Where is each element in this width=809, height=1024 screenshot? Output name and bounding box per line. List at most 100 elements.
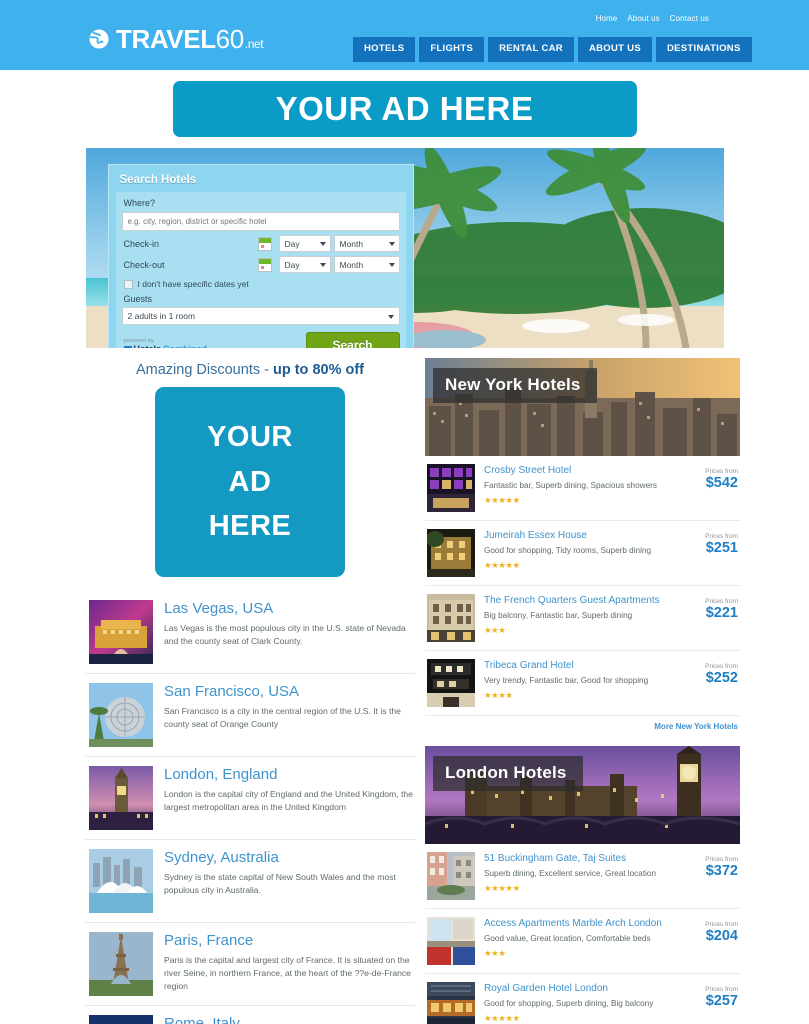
price-label: Prices from — [705, 598, 738, 605]
table-row[interactable]: Access Apartments Marble Arch London Goo… — [425, 909, 740, 974]
hotel-block-label: London Hotels — [433, 756, 583, 791]
hotel-info: Jumeirah Essex House Good for shopping, … — [484, 529, 671, 571]
price-label: Prices from — [705, 856, 738, 863]
hotel-thumbnail — [427, 659, 475, 707]
main-content: Amazing Discounts - up to 80% off YOUR A… — [0, 348, 809, 1024]
hotel-thumbnail — [427, 594, 475, 642]
sidebar-ad-line-2: AD — [228, 465, 272, 498]
page-root: Home About us Contact us TRAVEL 60 .net HO… — [0, 0, 809, 1024]
chevron-down-icon — [319, 242, 326, 246]
discounts-heading: Amazing Discounts - up to 80% off — [85, 358, 415, 383]
nav-item-destinations[interactable]: DESTINATIONS — [655, 37, 752, 62]
table-row[interactable]: Crosby Street Hotel Fantastic bar, Super… — [425, 456, 740, 521]
top-ad-banner[interactable]: YOUR AD HERE — [172, 81, 637, 137]
list-item[interactable]: Sydney, Australia Sydney is the state ca… — [85, 839, 415, 922]
utility-link-about[interactable]: About us — [627, 14, 659, 23]
hotel-thumbnail — [427, 917, 475, 965]
hotel-name[interactable]: 51 Buckingham Gate, Taj Suites — [484, 852, 671, 865]
checkin-day-select[interactable]: Day — [278, 235, 331, 252]
checkout-month-value: Month — [339, 259, 364, 270]
hotel-thumbnail — [427, 852, 475, 900]
search-button[interactable]: Search — [305, 332, 400, 348]
provider-name-b: Combined — [163, 344, 207, 348]
destination-name[interactable]: London, England — [164, 766, 415, 788]
checkin-month-select[interactable]: Month — [333, 235, 400, 252]
price-amount: $252 — [705, 670, 738, 686]
search-destination-input[interactable] — [121, 212, 400, 231]
search-footer: powered by HotelsCombined Search — [122, 332, 400, 348]
nav-item-hotels[interactable]: HOTELS — [353, 37, 416, 62]
hotel-thumbnail — [427, 529, 475, 577]
hotelscombined-logo: HotelsCombined — [123, 344, 207, 348]
list-item[interactable]: Paris, France Paris is the capital and l… — [85, 922, 415, 1005]
hotel-name[interactable]: The French Quarters Guest Apartments — [484, 594, 671, 607]
destination-name[interactable]: Las Vegas, USA — [164, 600, 415, 622]
hotel-features: Good for shopping, Tidy rooms, Superb di… — [484, 546, 652, 555]
hotel-name[interactable]: Crosby Street Hotel — [484, 464, 671, 477]
destination-name[interactable]: Rome, Italy — [164, 1015, 415, 1024]
guests-select[interactable]: 2 adults in 1 room — [121, 307, 400, 325]
hotel-name[interactable]: Jumeirah Essex House — [484, 529, 671, 542]
list-item[interactable]: San Francisco, USA San Francisco is a ci… — [85, 673, 415, 756]
guests-label: Guests — [123, 294, 153, 304]
utility-link-contact[interactable]: Contact us — [670, 14, 709, 23]
destination-thumbnail — [89, 1015, 153, 1024]
sidebar-ad-square[interactable]: YOUR AD HERE — [155, 387, 345, 577]
nav-item-rental-car[interactable]: RENTAL CAR — [488, 37, 574, 62]
destination-name[interactable]: San Francisco, USA — [164, 683, 415, 705]
table-row[interactable]: 51 Buckingham Gate, Taj Suites Superb di… — [425, 844, 740, 909]
table-row[interactable]: The French Quarters Guest Apartments Big… — [425, 586, 740, 651]
destination-thumbnail — [89, 766, 153, 830]
globe-icon — [88, 28, 110, 50]
price-label: Prices from — [705, 468, 738, 475]
utility-link-home[interactable]: Home — [596, 14, 618, 23]
destination-thumbnail — [89, 932, 153, 996]
nav-item-about-us[interactable]: ABOUT US — [577, 37, 652, 62]
checkin-month-value: Month — [339, 238, 364, 249]
destinations-list: Las Vegas, USA Las Vegas is the most pop… — [85, 591, 415, 1024]
discounts-heading-plain: Amazing Discounts - — [135, 362, 273, 378]
calendar-icon[interactable] — [257, 236, 272, 251]
more-new-york-hotels-link[interactable]: More New York Hotels — [425, 716, 740, 740]
table-row[interactable]: Royal Garden Hotel London Good for shopp… — [425, 974, 740, 1024]
checkout-day-select[interactable]: Day — [278, 256, 331, 273]
hotel-price-block: Prices from $257 — [680, 982, 738, 1010]
hotel-block-london: London Hotels 51 Buckingham Gate, Taj Su… — [425, 746, 740, 1024]
nav-item-flights[interactable]: FLIGHTS — [419, 37, 485, 62]
star-rating: ★★★★ — [484, 689, 513, 700]
site-logo[interactable]: TRAVEL 60 .net — [88, 26, 264, 52]
chevron-down-icon — [387, 314, 394, 319]
chevron-down-icon — [388, 263, 395, 267]
site-header: Home About us Contact us TRAVEL 60 .net HO… — [0, 0, 809, 70]
list-item[interactable]: Rome, Italy Rome is in the Lazio region … — [85, 1005, 415, 1024]
hotel-info: Tribeca Grand Hotel Very trendy, Fantast… — [484, 659, 671, 701]
hotel-name[interactable]: Tribeca Grand Hotel — [484, 659, 671, 672]
powered-by-block: powered by HotelsCombined — [122, 338, 207, 348]
logo-wordmark: TRAVEL 60 .net — [116, 26, 264, 52]
discounts-heading-bold: up to 80% off — [272, 362, 365, 378]
main-nav: HOTELS FLIGHTS RENTAL CAR ABOUT US DESTI… — [353, 37, 752, 62]
chevron-down-icon — [319, 263, 326, 267]
hotelscombined-icon — [123, 346, 132, 348]
no-dates-checkbox-row[interactable]: I don't have specific dates yet — [122, 279, 400, 289]
destination-name[interactable]: Sydney, Australia — [164, 849, 415, 871]
no-dates-checkbox[interactable] — [123, 279, 133, 289]
list-item[interactable]: London, England London is the capital ci… — [85, 756, 415, 839]
star-rating: ★★★★★ — [484, 494, 520, 505]
checkout-month-select[interactable]: Month — [333, 256, 400, 273]
price-amount: $372 — [705, 863, 738, 879]
table-row[interactable]: Jumeirah Essex House Good for shopping, … — [425, 521, 740, 586]
destination-body: Sydney, Australia Sydney is the state ca… — [164, 849, 415, 913]
hero-section: Search Hotels Where? Check-in Day Month — [85, 148, 724, 348]
calendar-icon[interactable] — [257, 257, 272, 272]
price-label: Prices from — [705, 986, 738, 993]
hotel-name[interactable]: Royal Garden Hotel London — [484, 982, 671, 995]
destination-name[interactable]: Paris, France — [164, 932, 415, 954]
list-item[interactable]: Las Vegas, USA Las Vegas is the most pop… — [85, 591, 415, 673]
table-row[interactable]: Tribeca Grand Hotel Very trendy, Fantast… — [425, 651, 740, 716]
search-form: Where? Check-in Day Month Check-out — [115, 192, 406, 348]
star-rating: ★★★ — [484, 624, 506, 635]
hotel-name[interactable]: Access Apartments Marble Arch London — [484, 917, 671, 930]
checkin-row: Check-in Day Month — [122, 235, 400, 252]
hotel-price-block: Prices from $372 — [680, 852, 738, 880]
